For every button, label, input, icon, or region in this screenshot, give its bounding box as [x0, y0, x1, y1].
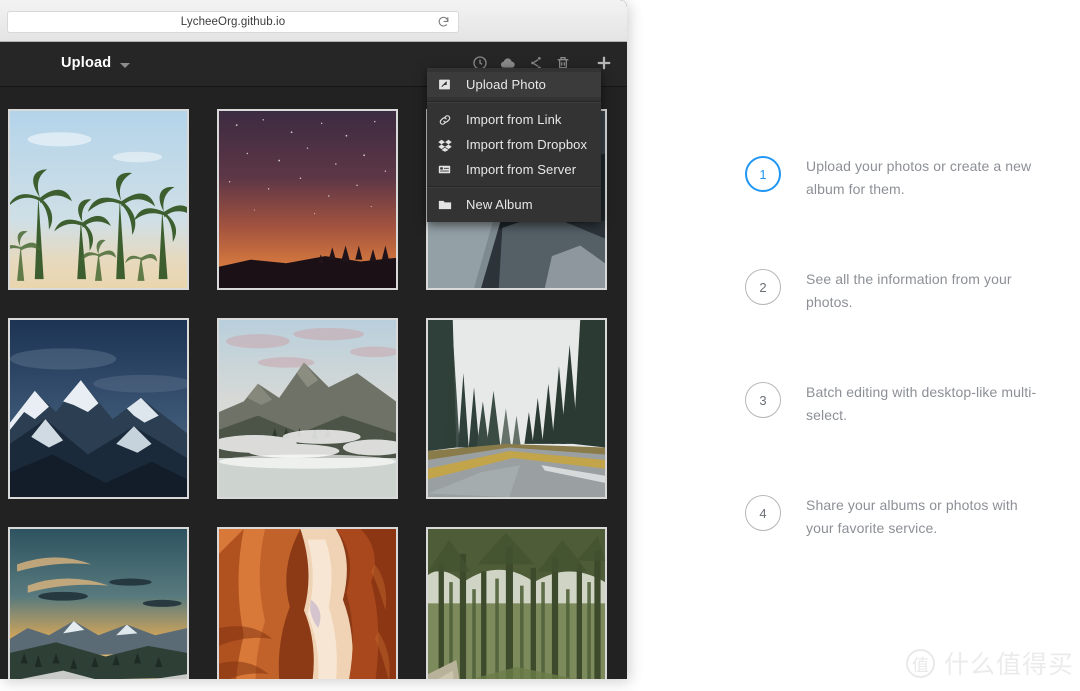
url-bar[interactable]: LycheeOrg.github.io: [7, 11, 459, 33]
starry-sunset-sky-over-trees-image: [219, 111, 396, 288]
url-text: LycheeOrg.github.io: [180, 16, 286, 28]
menu-item-import-from-server[interactable]: Import from Server: [427, 157, 601, 182]
menu-item-label: Import from Server: [466, 162, 577, 177]
steps-panel: 1 Upload your photos or create a new alb…: [740, 148, 1060, 600]
photo-tile[interactable]: [217, 527, 398, 679]
step-number-badge: 4: [745, 495, 781, 531]
menu-item-label: Import from Link: [466, 112, 562, 127]
photo-tile[interactable]: [217, 318, 398, 499]
watermark-text: 什么值得买: [944, 650, 1075, 679]
reload-icon[interactable]: [437, 16, 450, 29]
page-title: Upload: [61, 55, 112, 71]
watermark-logo: 值: [906, 648, 935, 678]
step-number-badge: 2: [745, 269, 781, 305]
photo-tile[interactable]: [8, 527, 189, 679]
step-number-badge: 1: [745, 156, 781, 192]
menu-item-label: New Album: [466, 197, 533, 212]
dropbox-icon: [437, 137, 452, 152]
step-row: 2 See all the information from your phot…: [740, 261, 1060, 374]
browser-window: LycheeOrg.github.io Upload Upload Photo …: [0, 0, 627, 679]
step-description: See all the information from your photos…: [806, 271, 1012, 310]
menu-item-label: Import from Dropbox: [466, 137, 588, 152]
photo-tile[interactable]: [8, 109, 189, 290]
step-row: 1 Upload your photos or create a new alb…: [740, 148, 1060, 261]
snow-covered-mountain-peaks-image: [10, 320, 187, 497]
step-row: 4 Share your albums or photos with your …: [740, 487, 1060, 600]
palm-trees-blue-sky-image: [10, 111, 187, 288]
misty-mountain-lake-image: [219, 320, 396, 497]
upload-dropdown-menu[interactable]: Upload Photo Import from Link Import fro…: [427, 68, 601, 222]
photo-tile[interactable]: [426, 527, 607, 679]
menu-item-new-album[interactable]: New Album: [427, 192, 601, 217]
browser-chrome: LycheeOrg.github.io: [0, 0, 627, 42]
photo-tile[interactable]: [8, 318, 189, 499]
upload-box-icon: [437, 77, 452, 92]
menu-separator: [427, 101, 601, 103]
menu-separator: [427, 186, 601, 188]
folder-icon: [437, 197, 452, 212]
photo-tile[interactable]: [426, 318, 607, 499]
watermark: 值 什么值得买: [906, 645, 1074, 681]
step-number-badge: 3: [745, 382, 781, 418]
alpine-sunset-over-village-image: [10, 529, 187, 679]
step-description: Upload your photos or create a new album…: [806, 158, 1032, 197]
foggy-forest-road-image: [428, 320, 605, 497]
menu-item-import-from-link[interactable]: Import from Link: [427, 107, 601, 132]
orange-slot-canyon-image: [219, 529, 396, 679]
chevron-down-icon[interactable]: [120, 63, 130, 68]
photo-tile[interactable]: [217, 109, 398, 290]
server-icon: [437, 162, 452, 177]
menu-item-import-from-dropbox[interactable]: Import from Dropbox: [427, 132, 601, 157]
step-description: Batch editing with desktop-like multi-se…: [806, 384, 1037, 423]
step-description: Share your albums or photos with your fa…: [806, 497, 1018, 536]
link-icon: [437, 112, 452, 127]
green-pine-forest-path-image: [428, 529, 605, 679]
menu-item-label: Upload Photo: [466, 77, 546, 92]
step-row: 3 Batch editing with desktop-like multi-…: [740, 374, 1060, 487]
menu-item-upload-photo[interactable]: Upload Photo: [427, 72, 601, 97]
